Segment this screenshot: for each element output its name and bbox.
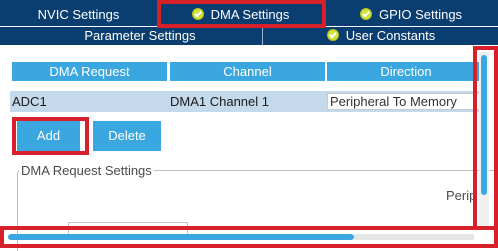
vertical-scrollbar-highlight (473, 46, 498, 230)
tab-gpio-settings[interactable]: GPIO Settings (324, 0, 498, 26)
direction-select[interactable]: Peripheral To Memory (327, 93, 482, 110)
sub-tab-bar: Parameter Settings User Constants (0, 27, 498, 45)
add-button-highlight (12, 117, 89, 155)
column-header-channel[interactable]: Channel (170, 62, 325, 81)
tab-parameter-settings[interactable]: Parameter Settings (0, 27, 280, 45)
tab-user-constants[interactable]: User Constants (264, 27, 498, 45)
tab-label: GPIO Settings (378, 7, 463, 22)
dma-settings-highlight (157, 0, 326, 28)
check-circle-icon (359, 8, 372, 20)
tab-separator (262, 28, 263, 45)
cell-dma-request: ADC1 (10, 91, 168, 112)
horizontal-scrollbar-highlight (0, 226, 498, 248)
tab-label: User Constants (345, 28, 436, 43)
tab-nvic-settings[interactable]: NVIC Settings (0, 0, 157, 26)
check-circle-icon (326, 29, 339, 41)
cell-channel: DMA1 Channel 1 (168, 91, 327, 112)
select-value: Peripheral To Memory (330, 94, 457, 109)
tab-label: Parameter Settings (84, 28, 196, 43)
column-header-direction[interactable]: Direction (327, 62, 485, 81)
tab-label: NVIC Settings (37, 7, 120, 22)
group-legend: DMA Request Settings (19, 163, 154, 178)
column-header-dma-request[interactable]: DMA Request (12, 62, 167, 81)
delete-button[interactable]: Delete (93, 121, 161, 151)
